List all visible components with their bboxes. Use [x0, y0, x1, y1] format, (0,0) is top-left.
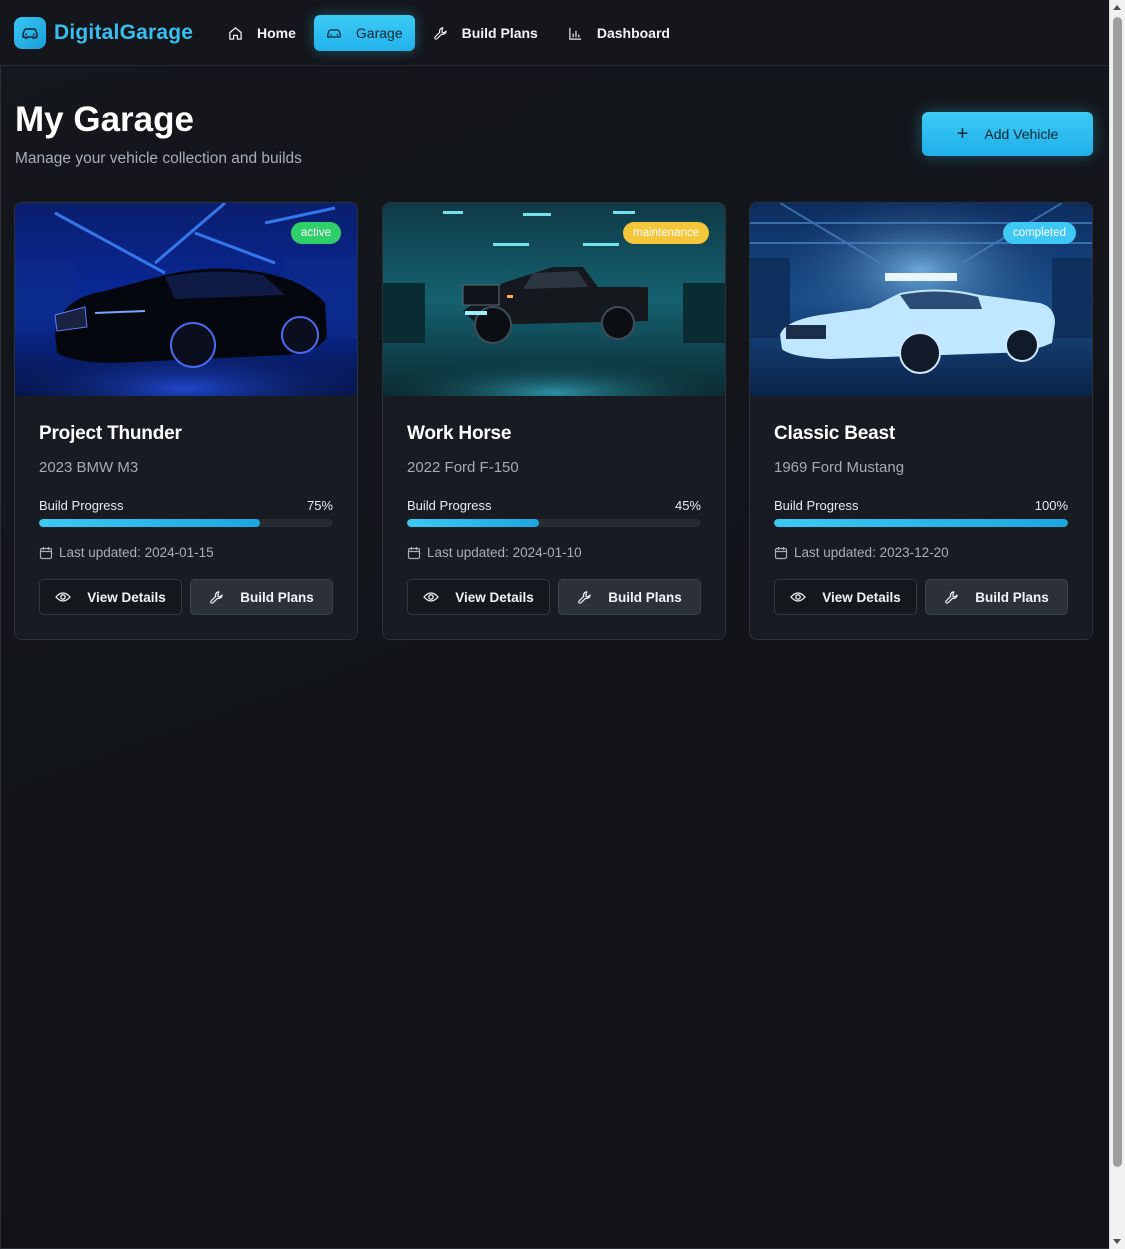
- car-logo-icon: [14, 17, 46, 49]
- vehicle-model: 2022 Ford F-150: [407, 459, 519, 476]
- status-badge: maintenance: [623, 222, 709, 244]
- view-details-button[interactable]: View Details: [39, 579, 182, 615]
- vehicle-name: Classic Beast: [774, 423, 895, 444]
- nav-dashboard-label: Dashboard: [596, 25, 670, 41]
- last-updated-text: Last updated: 2024-01-10: [427, 545, 582, 560]
- vehicle-model: 2023 BMW M3: [39, 459, 139, 476]
- view-details-label: View Details: [822, 589, 901, 605]
- scroll-up-arrow-icon[interactable]: [1113, 5, 1121, 10]
- brand[interactable]: DigitalGarage: [14, 17, 193, 49]
- nav-garage-label: Garage: [355, 25, 403, 41]
- add-vehicle-button[interactable]: + Add Vehicle: [922, 112, 1093, 156]
- add-vehicle-label: Add Vehicle: [984, 126, 1059, 142]
- nav-home-label: Home: [257, 25, 296, 41]
- last-updated-text: Last updated: 2024-01-15: [59, 545, 214, 560]
- scroll-down-arrow-icon[interactable]: [1113, 1239, 1121, 1244]
- progress-value: 75%: [306, 498, 333, 513]
- vehicle-card: active Project Thunder 2023 BMW M3 Build…: [14, 202, 358, 640]
- vertical-scrollbar[interactable]: [1109, 0, 1125, 1249]
- build-plans-label: Build Plans: [975, 589, 1049, 605]
- nav-garage[interactable]: Garage: [313, 15, 415, 51]
- wrench-icon: [433, 26, 448, 41]
- last-updated: Last updated: 2024-01-15: [39, 545, 214, 560]
- wrench-icon: [944, 590, 959, 605]
- last-updated: Last updated: 2023-12-20: [774, 545, 949, 560]
- eye-icon: [790, 591, 807, 603]
- build-plans-button[interactable]: Build Plans: [558, 579, 701, 615]
- bar-chart-icon: [568, 26, 583, 41]
- progress-label: Build Progress: [39, 498, 124, 513]
- vehicle-model: 1969 Ford Mustang: [774, 459, 905, 476]
- build-plans-label: Build Plans: [608, 589, 682, 605]
- progress-bar: [407, 519, 701, 527]
- progress-label: Build Progress: [407, 498, 492, 513]
- scroll-thumb[interactable]: [1113, 17, 1122, 1167]
- last-updated: Last updated: 2024-01-10: [407, 545, 582, 560]
- home-icon: [228, 26, 243, 41]
- nav-build-plans-label: Build Plans: [461, 25, 538, 41]
- view-details-button[interactable]: View Details: [774, 579, 917, 615]
- progress-fill: [774, 519, 1068, 527]
- view-details-label: View Details: [87, 589, 166, 605]
- status-badge: completed: [1002, 222, 1076, 244]
- nav-build-plans[interactable]: Build Plans: [421, 15, 550, 51]
- plus-icon: +: [956, 123, 969, 145]
- view-details-label: View Details: [455, 589, 534, 605]
- last-updated-text: Last updated: 2023-12-20: [794, 545, 949, 560]
- nav-home[interactable]: Home: [216, 15, 308, 51]
- build-plans-button[interactable]: Build Plans: [925, 579, 1068, 615]
- progress-bar: [39, 519, 333, 527]
- vehicle-card: completed Classic Beast 1969 Ford Mustan…: [749, 202, 1093, 640]
- car-icon: [326, 27, 342, 40]
- nav-dashboard[interactable]: Dashboard: [556, 15, 682, 51]
- page-subtitle: Manage your vehicle collection and build…: [15, 150, 302, 167]
- calendar-icon: [39, 546, 53, 560]
- brand-name: DigitalGarage: [54, 21, 194, 44]
- progress-value: 100%: [1034, 498, 1068, 513]
- progress-bar: [774, 519, 1068, 527]
- progress-value: 45%: [674, 498, 701, 513]
- wrench-icon: [209, 590, 224, 605]
- build-plans-label: Build Plans: [240, 589, 314, 605]
- calendar-icon: [407, 546, 421, 560]
- progress-fill: [39, 519, 260, 527]
- wrench-icon: [577, 590, 592, 605]
- vehicle-name: Project Thunder: [39, 423, 182, 444]
- eye-icon: [423, 591, 440, 603]
- main-nav: Home Garage Build Plans Dashboard: [216, 15, 688, 51]
- vehicle-name: Work Horse: [407, 423, 512, 444]
- eye-icon: [55, 591, 72, 603]
- top-navbar: DigitalGarage Home Garage Build Plans Da…: [0, 0, 1109, 66]
- progress-label: Build Progress: [774, 498, 859, 513]
- status-badge: active: [290, 222, 341, 244]
- view-details-button[interactable]: View Details: [407, 579, 550, 615]
- calendar-icon: [774, 546, 788, 560]
- progress-fill: [407, 519, 540, 527]
- build-plans-button[interactable]: Build Plans: [190, 579, 333, 615]
- page-title: My Garage: [15, 100, 194, 139]
- vehicle-card: maintenance Work Horse 2022 Ford F-150 B…: [382, 202, 726, 640]
